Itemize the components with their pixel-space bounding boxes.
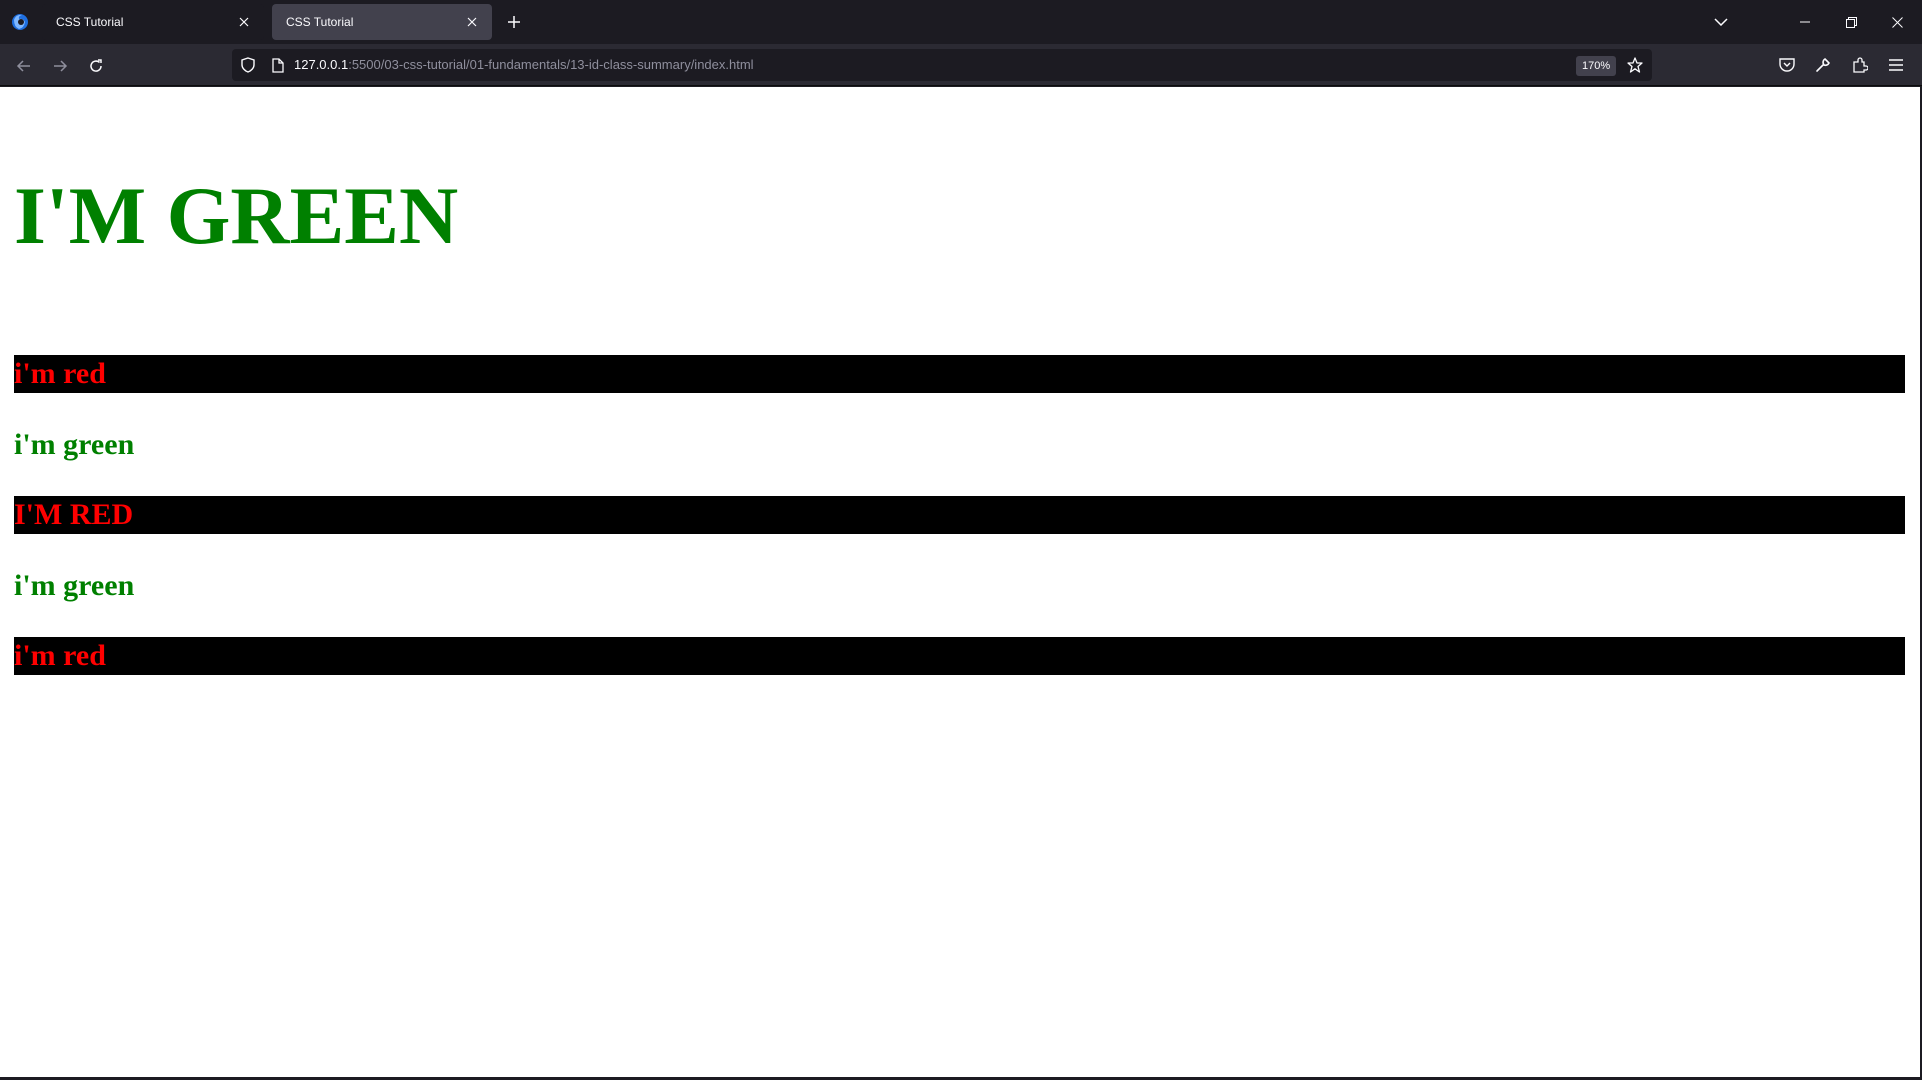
- hamburger-menu-icon[interactable]: [1884, 53, 1908, 77]
- green-text-row: i'm green: [14, 569, 135, 602]
- close-icon[interactable]: [462, 12, 482, 32]
- url-bar[interactable]: 127.0.0.1:5500/03-css-tutorial/01-fundam…: [232, 49, 1652, 81]
- red-text-row: I'M RED: [14, 496, 1905, 534]
- minimize-icon[interactable]: [1782, 0, 1828, 44]
- zoom-level-badge[interactable]: 170%: [1576, 56, 1617, 76]
- page-viewport: I'M GREEN i'm red i'm green I'M RED i'm …: [0, 87, 1920, 1077]
- url-text[interactable]: 127.0.0.1:5500/03-css-tutorial/01-fundam…: [294, 57, 754, 72]
- back-arrow-icon[interactable]: [10, 52, 38, 80]
- url-path: :5500/03-css-tutorial/01-fundamentals/13…: [348, 57, 754, 72]
- red-text-row: i'm red: [14, 637, 1905, 675]
- page-icon[interactable]: [268, 55, 288, 75]
- tab-css-tutorial-2[interactable]: CSS Tutorial: [272, 4, 492, 40]
- navigation-toolbar: 127.0.0.1:5500/03-css-tutorial/01-fundam…: [0, 44, 1922, 86]
- close-icon[interactable]: [1874, 0, 1920, 44]
- tab-css-tutorial-1[interactable]: CSS Tutorial: [42, 4, 264, 40]
- pocket-icon[interactable]: [1775, 53, 1799, 77]
- green-text-row: i'm green: [14, 428, 135, 461]
- page-heading: I'M GREEN: [14, 170, 459, 261]
- wrench-icon[interactable]: [1811, 53, 1835, 77]
- shield-icon[interactable]: [238, 55, 258, 75]
- chevron-down-icon[interactable]: [1698, 0, 1744, 44]
- tab-strip: CSS Tutorial CSS Tutorial: [0, 0, 1922, 44]
- star-icon[interactable]: [1624, 54, 1646, 76]
- close-icon[interactable]: [234, 12, 254, 32]
- tab-title: CSS Tutorial: [286, 15, 354, 29]
- plus-icon[interactable]: [502, 10, 526, 34]
- firefox-logo-icon[interactable]: [8, 10, 32, 34]
- forward-arrow-icon[interactable]: [46, 52, 74, 80]
- red-text-row: i'm red: [14, 355, 1905, 393]
- tab-title: CSS Tutorial: [56, 15, 124, 29]
- restore-icon[interactable]: [1828, 0, 1874, 44]
- reload-icon[interactable]: [82, 52, 110, 80]
- extensions-icon[interactable]: [1848, 53, 1872, 77]
- url-host: 127.0.0.1: [294, 57, 349, 72]
